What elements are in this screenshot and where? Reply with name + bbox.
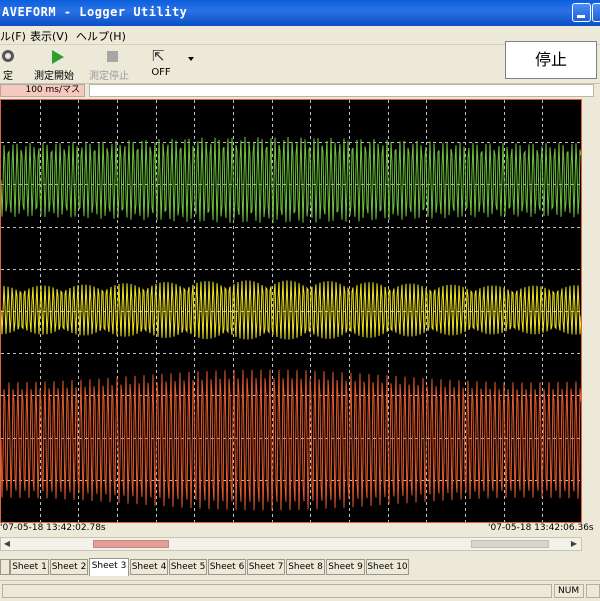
title-bar: AVEFORM - Logger Utility: [0, 0, 600, 26]
time-end-label: '07-05-18 13:42:06.36s: [488, 523, 594, 533]
waveform-svg: [1, 100, 581, 522]
start-measure-label: 測定開始: [34, 71, 74, 82]
cursor-arrow-icon: ⇱: [152, 47, 165, 65]
mode-label: OFF: [151, 67, 171, 78]
waveform-channel-1: [1, 136, 581, 224]
num-lock-indicator: NUM: [554, 584, 584, 598]
scale-row: 100 ms/マス: [0, 84, 600, 98]
tab-sheet-3[interactable]: Sheet 3: [89, 558, 129, 576]
tab-sheet-7[interactable]: Sheet 7: [247, 559, 285, 575]
menu-file[interactable]: ル(F): [0, 28, 26, 44]
time-start-label: '07-05-18 13:42:02.78s: [0, 523, 106, 533]
dropdown-caret-icon[interactable]: [188, 57, 194, 61]
stop-measure-label: 測定停止: [89, 71, 129, 82]
measure-status-display: 停止: [505, 41, 597, 79]
menu-help[interactable]: ヘルプ(H): [76, 28, 126, 44]
tab-sheet-10[interactable]: Sheet 10: [366, 559, 409, 575]
tab-sheet-5[interactable]: Sheet 5: [169, 559, 207, 575]
settings-button[interactable]: 定: [0, 48, 16, 82]
settings-label: 定: [3, 71, 13, 82]
window-title: AVEFORM - Logger Utility: [2, 5, 188, 19]
horizontal-scrollbar[interactable]: ◀ ▶: [0, 537, 582, 551]
scale-info-field: [89, 84, 594, 97]
tab-sheet-8[interactable]: Sheet 8: [286, 559, 325, 575]
stop-measure-button[interactable]: 測定停止: [85, 48, 133, 82]
minimize-button[interactable]: [572, 3, 591, 22]
scroll-thumb[interactable]: [93, 540, 169, 548]
sheet-tabs: Sheet 1 Sheet 2 Sheet 3 Sheet 4 Sheet 5 …: [0, 557, 600, 577]
status-message: [2, 584, 552, 598]
time-scale-label[interactable]: 100 ms/マス: [0, 84, 85, 97]
scroll-range-indicator: [471, 540, 549, 548]
tab-sheet-4[interactable]: Sheet 4: [130, 559, 168, 575]
scroll-left-icon[interactable]: ◀: [2, 539, 12, 549]
tab-sheet-2[interactable]: Sheet 2: [50, 559, 88, 575]
scroll-right-icon[interactable]: ▶: [569, 539, 579, 549]
tab-sheet-9[interactable]: Sheet 9: [326, 559, 365, 575]
resize-grip[interactable]: [586, 584, 600, 598]
stop-icon: [107, 51, 118, 62]
start-measure-button[interactable]: 測定開始: [30, 48, 78, 82]
waveform-plot[interactable]: [0, 99, 582, 523]
tab-overflow[interactable]: [0, 559, 10, 575]
waveform-channel-3: [1, 369, 581, 511]
play-icon: [52, 50, 64, 64]
mode-button[interactable]: ⇱ OFF: [146, 48, 176, 80]
waveform-channel-2: [1, 280, 581, 340]
tab-sheet-1[interactable]: Sheet 1: [10, 559, 49, 575]
status-bar: NUM: [0, 580, 600, 601]
menu-view[interactable]: 表示(V): [30, 28, 68, 44]
time-axis-row: '07-05-18 13:42:02.78s '07-05-18 13:42:0…: [0, 523, 600, 536]
gear-icon: [2, 50, 14, 62]
maximize-button[interactable]: [592, 3, 600, 22]
tab-sheet-6[interactable]: Sheet 6: [208, 559, 246, 575]
